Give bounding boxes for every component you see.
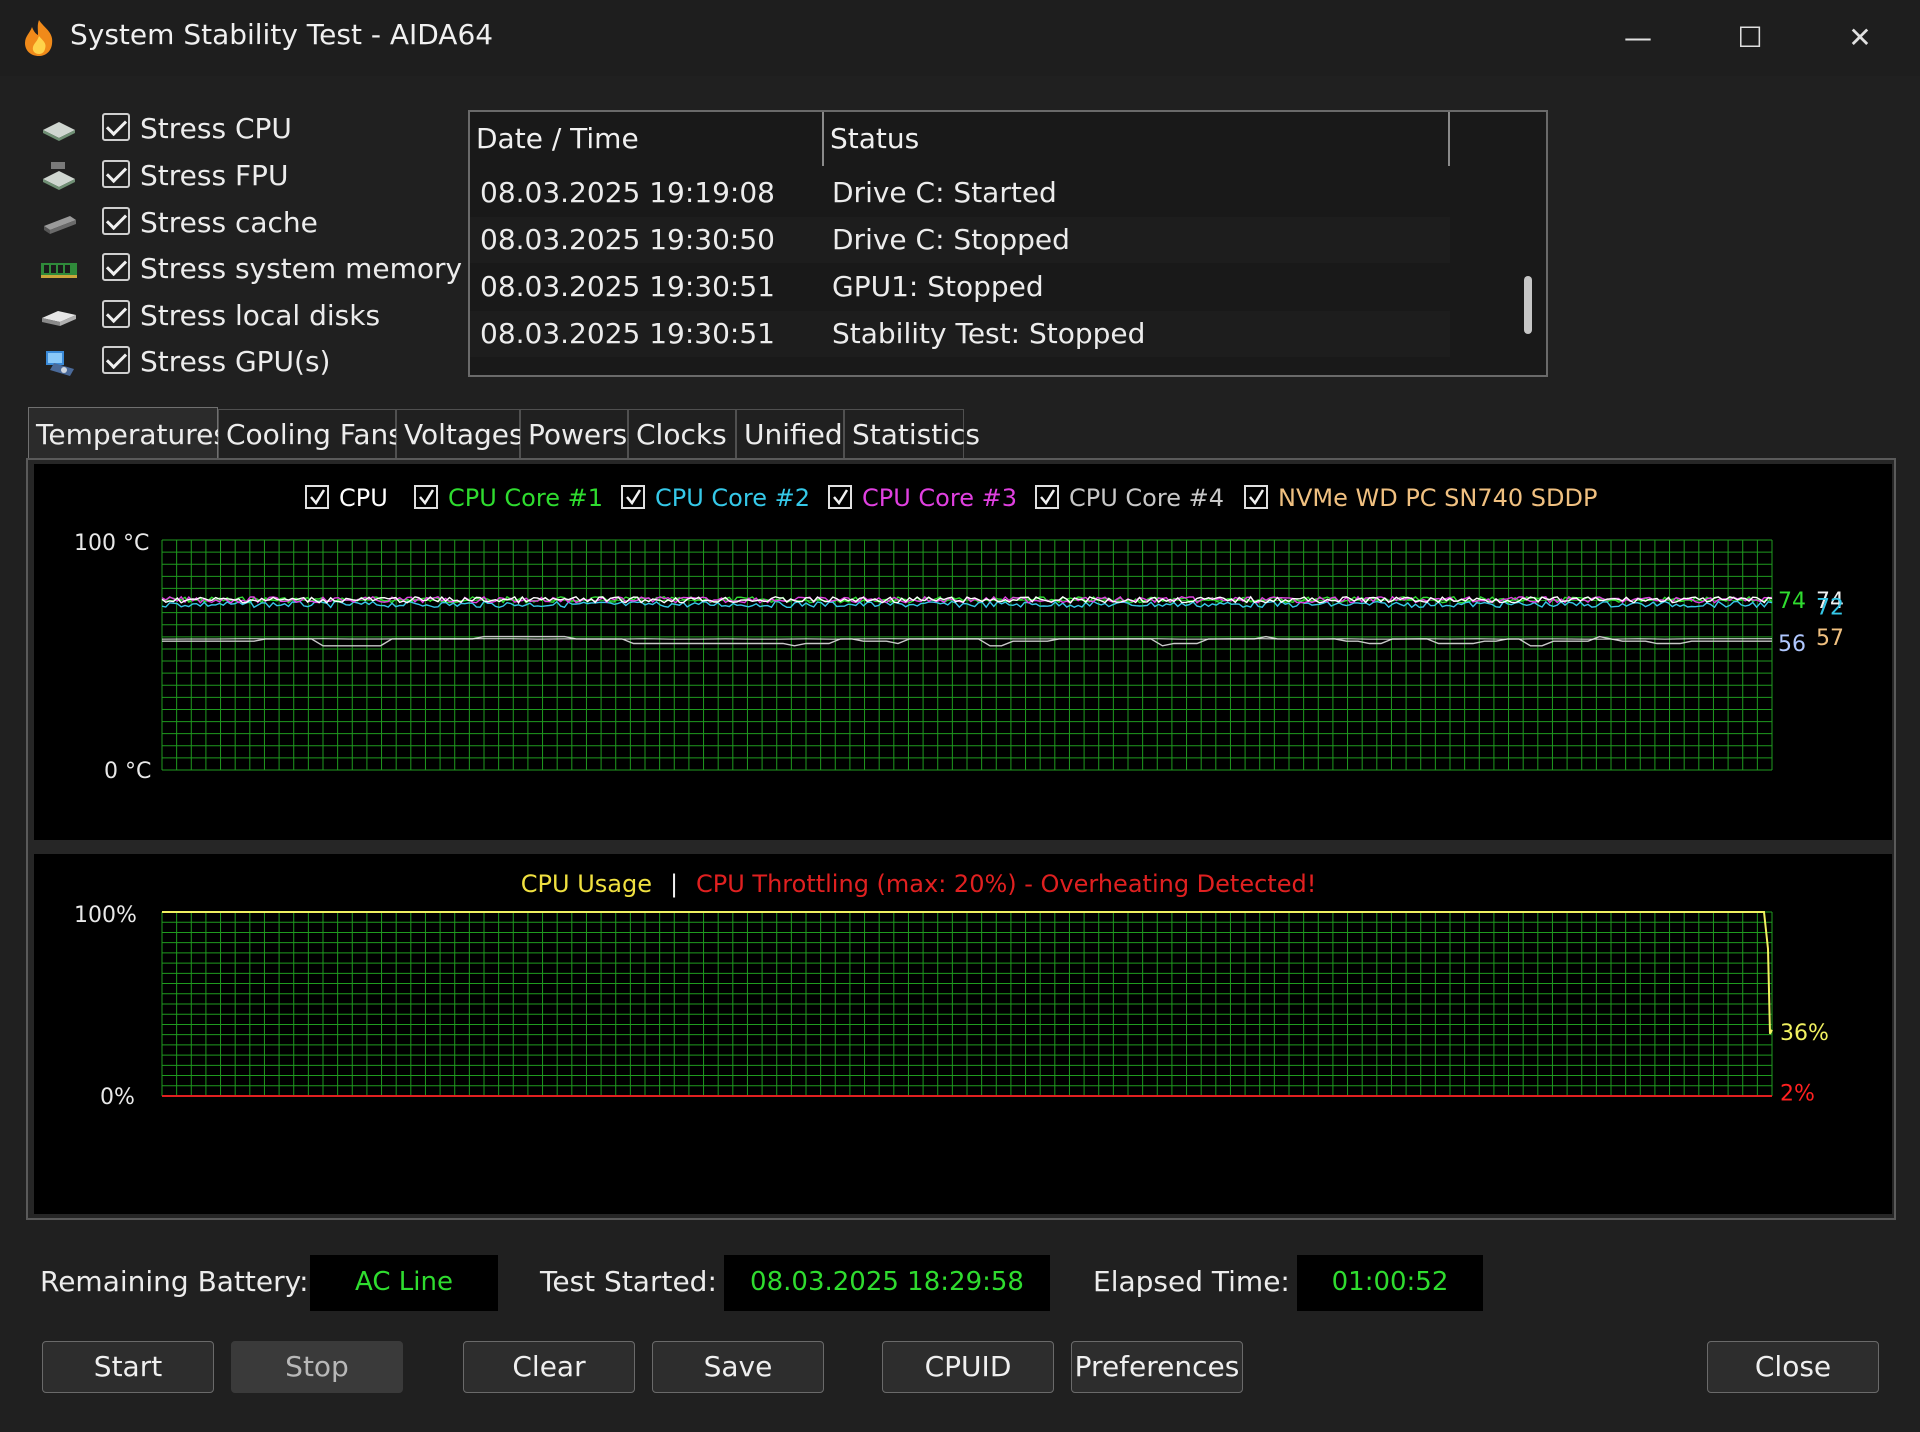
legend-label: CPU Core #2: [655, 484, 810, 512]
current-value-label: 74: [1778, 589, 1806, 614]
stress-disks-label: Stress local disks: [140, 299, 381, 332]
legend-checkbox: [621, 485, 645, 509]
y-axis-bottom-label: 0 °C: [104, 759, 151, 784]
log-header-divider[interactable]: [822, 112, 824, 166]
log-header-datetime[interactable]: Date / Time: [476, 112, 639, 166]
stress-fpu-label: Stress FPU: [140, 159, 289, 192]
title-separator: |: [670, 870, 678, 898]
legend-checkbox: [1035, 485, 1059, 509]
stress-gpu-checkbox[interactable]: [102, 346, 130, 374]
test-started-value: 08.03.2025 18:29:58: [724, 1255, 1050, 1311]
charts-panel: CPU CPU Core #1 CPU Core #2 CPU Core #3 CPU …: [26, 458, 1896, 1220]
tab-statistics[interactable]: Statistics: [844, 409, 980, 459]
tab-voltages[interactable]: Voltages: [396, 409, 524, 459]
elapsed-time-value: 01:00:52: [1297, 1255, 1483, 1311]
legend-check-icon: [1249, 489, 1265, 506]
event-log-table[interactable]: Date / Time Status 08.03.2025 19:19:08 D…: [468, 110, 1548, 377]
legend-check-icon: [310, 489, 326, 506]
cache-chip-icon: [44, 216, 76, 234]
memory-module-icon: [41, 263, 77, 278]
title-bar[interactable]: System Stability Test - AIDA64 — ☐ ✕: [0, 0, 1920, 76]
remaining-battery-label: Remaining Battery:: [40, 1265, 309, 1298]
stress-cache-checkbox[interactable]: [102, 207, 130, 235]
remaining-battery-value: AC Line: [310, 1255, 498, 1311]
elapsed-time-label: Elapsed Time:: [1093, 1265, 1290, 1298]
tab-powers[interactable]: Powers: [520, 409, 628, 459]
stress-cpu-label: Stress CPU: [140, 112, 292, 145]
close-button[interactable]: Close: [1707, 1341, 1879, 1393]
minimize-button[interactable]: —: [1593, 10, 1683, 66]
cpu-usage-chart: CPU Usage | CPU Throttling (max: 20%) - Ov…: [34, 854, 1892, 1214]
test-started-label: Test Started:: [540, 1265, 717, 1298]
stress-cache-label: Stress cache: [140, 206, 318, 239]
y-axis-bottom-label: 0%: [100, 1085, 135, 1110]
disk-drive-icon: [42, 311, 76, 326]
stress-memory-label: Stress system memory: [140, 252, 463, 285]
temperature-chart: CPU CPU Core #1 CPU Core #2 CPU Core #3 CPU …: [34, 464, 1892, 840]
log-row-datetime: 08.03.2025 19:30:51: [480, 317, 775, 350]
maximize-button[interactable]: ☐: [1705, 10, 1795, 66]
legend-check-icon: [626, 489, 642, 506]
close-window-button[interactable]: ✕: [1815, 10, 1905, 66]
stress-gpu-label: Stress GPU(s): [140, 345, 331, 378]
window-title: System Stability Test - AIDA64: [70, 18, 494, 51]
legend-checkbox: [1244, 485, 1268, 509]
log-row-status: GPU1: Stopped: [832, 270, 1044, 303]
log-row-status: Drive C: Stopped: [832, 223, 1070, 256]
cpu-chip-icon: [43, 122, 75, 141]
log-row[interactable]: 08.03.2025 19:30:51 GPU1: Stopped: [470, 264, 1450, 310]
stress-disks-checkbox[interactable]: [102, 300, 130, 328]
current-value-label: 36%: [1780, 1021, 1829, 1046]
stress-memory-checkbox[interactable]: [102, 253, 130, 281]
log-header-status[interactable]: Status: [830, 112, 919, 166]
stress-cpu-checkbox[interactable]: [102, 113, 130, 141]
y-axis-top-label: 100 °C: [74, 531, 149, 556]
stability-test-window: System Stability Test - AIDA64 — ☐ ✕ Str…: [0, 0, 1920, 1432]
stop-button[interactable]: Stop: [231, 1341, 403, 1393]
aida64-flame-icon: [25, 20, 53, 56]
log-row-datetime: 08.03.2025 19:30:50: [480, 223, 775, 256]
tab-unified[interactable]: Unified: [736, 409, 844, 459]
legend-label: CPU Core #1: [448, 484, 603, 512]
log-row[interactable]: 08.03.2025 19:19:08 Drive C: Started: [470, 170, 1450, 216]
fpu-chip-icon: [43, 162, 75, 190]
cpu-usage-chart-svg: CPU Usage | CPU Throttling (max: 20%) - Ov…: [74, 870, 1829, 1110]
y-axis-top-label: 100%: [74, 903, 137, 928]
cpuid-button[interactable]: CPUID: [882, 1341, 1054, 1393]
cpu-throttling-title: CPU Throttling (max: 20%) - Overheating …: [696, 870, 1316, 898]
legend-check-icon: [1040, 489, 1056, 506]
log-row[interactable]: 08.03.2025 19:30:50 Drive C: Stopped: [470, 217, 1450, 263]
current-value-label: 72: [1816, 595, 1844, 620]
legend-label: NVMe WD PC SN740 SDDP: [1278, 484, 1597, 512]
save-button[interactable]: Save: [652, 1341, 824, 1393]
legend-check-icon: [833, 489, 849, 506]
legend-label: CPU: [339, 484, 388, 512]
current-value-label: 56: [1778, 632, 1806, 657]
temperature-chart-svg: CPU CPU Core #1 CPU Core #2 CPU Core #3 CPU …: [74, 484, 1844, 784]
cpu-usage-title: CPU Usage: [521, 870, 652, 898]
tab-temperatures[interactable]: Temperatures: [28, 407, 228, 459]
legend-checkbox: [828, 485, 852, 509]
tab-cooling-fans[interactable]: Cooling Fans: [218, 409, 403, 459]
legend-check-icon: [419, 489, 435, 506]
log-row-datetime: 08.03.2025 19:30:51: [480, 270, 775, 303]
legend-label: CPU Core #3: [862, 484, 1017, 512]
gpu-card-icon: [46, 351, 74, 376]
legend-checkbox: [414, 485, 438, 509]
legend-label: CPU Core #4: [1069, 484, 1224, 512]
stress-fpu-checkbox[interactable]: [102, 160, 130, 188]
log-header-divider[interactable]: [1448, 112, 1450, 166]
log-row[interactable]: 08.03.2025 19:30:51 Stability Test: Stop…: [470, 311, 1450, 357]
log-row-status: Stability Test: Stopped: [832, 317, 1146, 350]
log-row-datetime: 08.03.2025 19:19:08: [480, 176, 775, 209]
clear-button[interactable]: Clear: [463, 1341, 635, 1393]
current-value-label: 57: [1816, 626, 1844, 651]
log-row-status: Drive C: Started: [832, 176, 1057, 209]
log-scrollbar-thumb[interactable]: [1524, 276, 1532, 334]
tab-clocks[interactable]: Clocks: [628, 409, 736, 459]
current-value-label: 2%: [1780, 1081, 1815, 1106]
start-button[interactable]: Start: [42, 1341, 214, 1393]
preferences-button[interactable]: Preferences: [1071, 1341, 1243, 1393]
legend-checkbox: [305, 485, 329, 509]
